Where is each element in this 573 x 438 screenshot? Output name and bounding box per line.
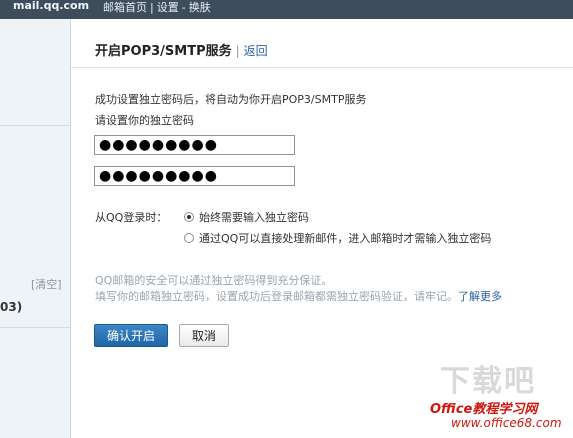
title-separator: | [235,44,240,58]
page-title-row: 开启POP3/SMTP服务 | 返回 [95,40,268,59]
watermark-big-text: 下载吧 [440,364,536,399]
qq-login-label: 从QQ登录时： [95,211,168,224]
sidebar: [清空] 03) [0,19,71,438]
confirm-enable-button[interactable]: 确认开启 [94,324,168,347]
remember-note: 填写你的邮箱独立密码，设置成功后登录邮箱都需独立密码验证，请牢记。了解更多 [95,288,502,304]
security-note: QQ邮箱的安全可以通过独立密码得到充分保证。 [95,274,333,287]
back-link[interactable]: 返回 [244,44,268,58]
watermark-brand: Office教程学习网 [430,402,538,417]
nav-dash: - [181,1,186,14]
mail-domain-logo[interactable]: mail.qq.com [13,0,89,12]
cancel-button[interactable]: 取消 [179,324,229,347]
option-always-require[interactable]: 始终需要输入独立密码 [184,209,309,225]
radio-unselected-icon[interactable] [184,233,194,243]
nav-separator: | [150,1,154,14]
password-prompt: 请设置你的独立密码 [95,114,194,127]
sidebar-clear-link[interactable]: [清空] [31,276,62,292]
radio-selected-icon[interactable] [184,212,194,222]
watermark-logo: 下载吧 [440,356,536,400]
option-qq-direct[interactable]: 通过QQ可以直接处理新邮件，进入邮箱时才需输入独立密码 [184,230,491,246]
intro-text: 成功设置独立密码后，将自动为你开启POP3/SMTP服务 [95,93,367,106]
watermark-url: www.office68.com [451,416,562,430]
top-nav: 邮箱首页 | 设置 - 换肤 [103,0,211,15]
nav-settings[interactable]: 设置 [157,1,179,14]
option-label: 通过QQ可以直接处理新邮件，进入邮箱时才需输入独立密码 [199,232,492,245]
learn-more-link[interactable]: 了解更多 [458,290,502,303]
title-divider [71,67,573,68]
nav-change-skin[interactable]: 换肤 [189,1,211,14]
password-field[interactable]: ●●●●●●●●● [94,135,295,155]
sidebar-divider [0,125,70,126]
option-label: 始终需要输入独立密码 [199,211,309,224]
page-title: 开启POP3/SMTP服务 [95,44,232,59]
top-bar: mail.qq.com 邮箱首页 | 设置 - 换肤 [0,0,573,19]
remember-note-text: 填写你的邮箱独立密码，设置成功后登录邮箱都需独立密码验证，请牢记。 [95,290,458,303]
sidebar-folder-count[interactable]: 03) [0,300,22,314]
confirm-password-field[interactable]: ●●●●●●●●● [94,166,295,186]
sidebar-divider [0,327,70,328]
nav-mail-home[interactable]: 邮箱首页 [103,1,147,14]
